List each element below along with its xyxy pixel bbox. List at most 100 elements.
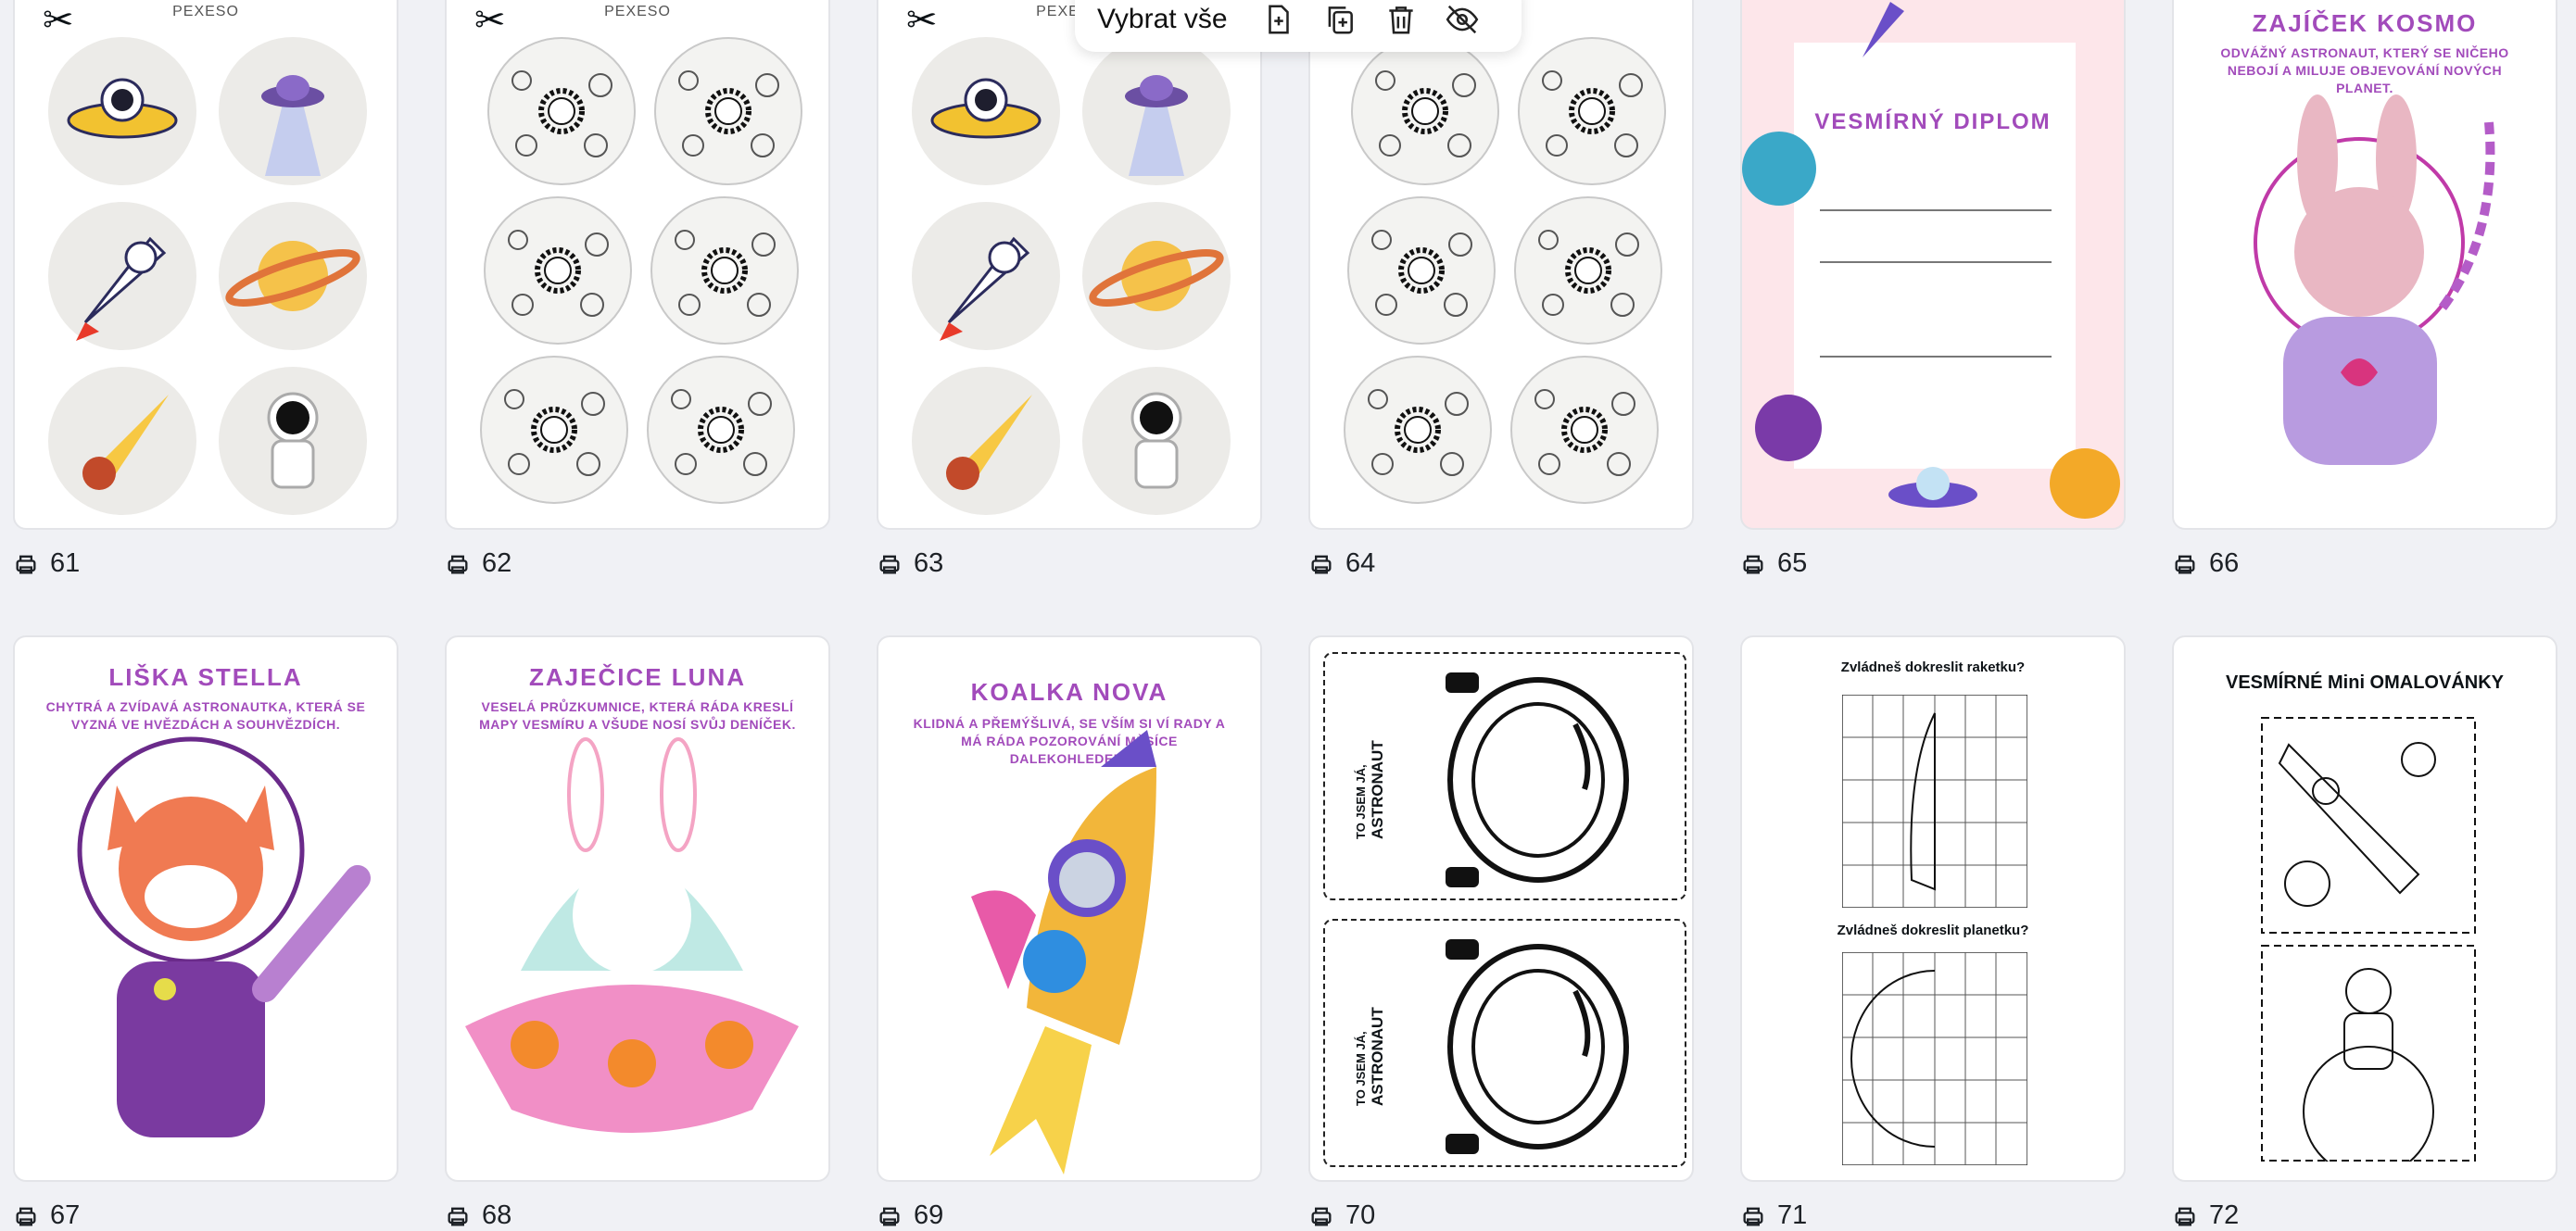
- page-number: 66: [2172, 548, 2239, 579]
- badge-cutout: TO JSEM JÁ, ASTRONAUT: [1323, 919, 1686, 1167]
- printer-icon: [16, 555, 36, 573]
- printer-icon: [2175, 1207, 2195, 1225]
- bunny-ufo-illustration: [465, 737, 799, 1133]
- coloring-rocket: [2261, 717, 2476, 934]
- page-thumbnail[interactable]: [1308, 0, 1694, 530]
- card-back-planets: [650, 196, 799, 345]
- badge-caption: TO JSEM JÁ, ASTRONAUT: [1354, 740, 1386, 839]
- page-thumbnail[interactable]: ZAJÍČEK KOSMO ODVÁŽNÝ ASTRONAUT, KTERÝ S…: [2172, 0, 2557, 530]
- page-number-label: 61: [50, 548, 81, 578]
- page-thumbnail[interactable]: VESMÍRNÝ DIPLOM: [1740, 0, 2126, 530]
- badge-cutout: TO JSEM JÁ, ASTRONAUT: [1323, 652, 1686, 900]
- card-ufo-beam: [219, 37, 367, 185]
- rocket-grid: [1842, 695, 2027, 908]
- printer-icon: [448, 555, 468, 573]
- page-number: 67: [13, 1200, 80, 1231]
- page-number: 64: [1308, 548, 1375, 579]
- page-thumbnail[interactable]: VESMÍRNÉ Mini OMALOVÁNKY: [2172, 635, 2557, 1182]
- page-number: 61: [13, 548, 80, 579]
- page-number-label: 72: [2209, 1200, 2240, 1230]
- page-thumbnail[interactable]: ✂ PEXESO: [877, 0, 1262, 530]
- page-number: 68: [445, 1200, 511, 1231]
- pexeso-label: PEXESO: [604, 4, 671, 19]
- card-back-planets: [647, 356, 795, 504]
- bunny-astronaut-illustration: [2254, 94, 2495, 465]
- card-comet: [912, 367, 1060, 515]
- page-number: 65: [1740, 548, 1807, 579]
- page-number: 72: [2172, 1200, 2239, 1231]
- page-number-label: 70: [1345, 1200, 1376, 1230]
- printer-icon: [1743, 1207, 1763, 1225]
- hide-icon[interactable]: [1445, 2, 1480, 37]
- card-back-planets: [480, 356, 628, 504]
- card-back-planets: [484, 196, 632, 345]
- page-thumbnail[interactable]: ✂ PEXESO: [445, 0, 830, 530]
- card-back-planets: [1518, 37, 1666, 185]
- helmet-outline: [1446, 939, 1629, 1154]
- card-astronaut: [1082, 367, 1231, 515]
- page-number-label: 67: [50, 1200, 81, 1230]
- page-number-label: 66: [2209, 548, 2240, 578]
- page-thumbnail[interactable]: ZAJEČICE LUNA VESELÁ PRŮZKUMNICE, KTERÁ …: [445, 635, 830, 1182]
- page-number-label: 71: [1777, 1200, 1808, 1230]
- card-back-planets: [487, 37, 636, 185]
- helmet-outline: [1446, 672, 1629, 887]
- card-back-planets: [654, 37, 802, 185]
- diploma-frame-art: [1742, 2, 2120, 519]
- duplicate-icon[interactable]: [1322, 2, 1357, 37]
- printer-icon: [1311, 1207, 1332, 1225]
- page-number-label: 68: [482, 1200, 512, 1230]
- card-ufo-beam: [1082, 37, 1231, 185]
- badge-caption: TO JSEM JÁ, ASTRONAUT: [1354, 1007, 1386, 1106]
- page-thumbnail[interactable]: Zvládneš dokreslit raketku? Zvládneš dok…: [1740, 635, 2126, 1182]
- card-astronaut: [219, 367, 367, 515]
- diploma-title: VESMÍRNÝ DIPLOM: [1814, 109, 2052, 134]
- page-thumbnail[interactable]: LIŠKA STELLA CHYTRÁ A ZVÍDAVÁ ASTRONAUTK…: [13, 635, 398, 1182]
- card-astronaut-rocket: [912, 202, 1060, 350]
- page-number-label: 62: [482, 548, 512, 578]
- page-number-label: 64: [1345, 548, 1376, 578]
- card-planet-ring: [219, 202, 367, 350]
- page-number: 62: [445, 548, 511, 579]
- card-back-planets: [1344, 356, 1492, 504]
- printer-icon: [879, 555, 900, 573]
- page-number: 69: [877, 1200, 943, 1231]
- card-astronaut-rocket: [48, 202, 196, 350]
- printer-icon: [1311, 555, 1332, 573]
- planet-grid: [1842, 952, 2027, 1165]
- card-ufo-astronaut: [48, 37, 196, 185]
- page-number: 70: [1308, 1200, 1375, 1231]
- fox-astronaut-illustration: [77, 736, 371, 1137]
- pexeso-label: PEXESO: [172, 4, 239, 19]
- card-back-planets: [1351, 37, 1499, 185]
- trash-icon[interactable]: [1383, 2, 1419, 37]
- card-back-planets: [1347, 196, 1496, 345]
- page-number-label: 63: [914, 548, 944, 578]
- page-number-label: 65: [1777, 548, 1808, 578]
- add-page-icon[interactable]: [1261, 2, 1296, 37]
- selection-toolbar: Vybrat vše: [1075, 0, 1522, 52]
- select-all-button[interactable]: Vybrat vše: [1097, 4, 1228, 35]
- printer-icon: [879, 1207, 900, 1225]
- koala-rocket-illustration: [971, 730, 1156, 1174]
- printer-icon: [16, 1207, 36, 1225]
- printer-icon: [448, 1207, 468, 1225]
- diploma-line: [1820, 356, 2052, 358]
- diploma-line: [1820, 261, 2052, 263]
- coloring-title: VESMÍRNÉ Mini OMALOVÁNKY: [2225, 672, 2504, 693]
- page-thumbnail[interactable]: KOALKA NOVA KLIDNÁ A PŘEMÝŠLIVÁ, SE VŠÍM…: [877, 635, 1262, 1182]
- card-planet-ring: [1082, 202, 1231, 350]
- coloring-astronaut: [2261, 945, 2476, 1162]
- worksheet-question: Zvládneš dokreslit raketku?: [1840, 659, 2026, 675]
- page-thumbnail[interactable]: TO JSEM JÁ, ASTRONAUT TO JSEM JÁ, ASTRON…: [1308, 635, 1694, 1182]
- diploma-line: [1820, 209, 2052, 211]
- card-back-planets: [1510, 356, 1659, 504]
- page-number: 71: [1740, 1200, 1807, 1231]
- worksheet-question: Zvládneš dokreslit planetku?: [1837, 923, 2029, 938]
- printer-icon: [1743, 555, 1763, 573]
- card-back-planets: [1514, 196, 1662, 345]
- page-number: 63: [877, 548, 943, 579]
- printer-icon: [2175, 555, 2195, 573]
- page-number-label: 69: [914, 1200, 944, 1230]
- page-thumbnail[interactable]: ✂ PEXESO: [13, 0, 398, 530]
